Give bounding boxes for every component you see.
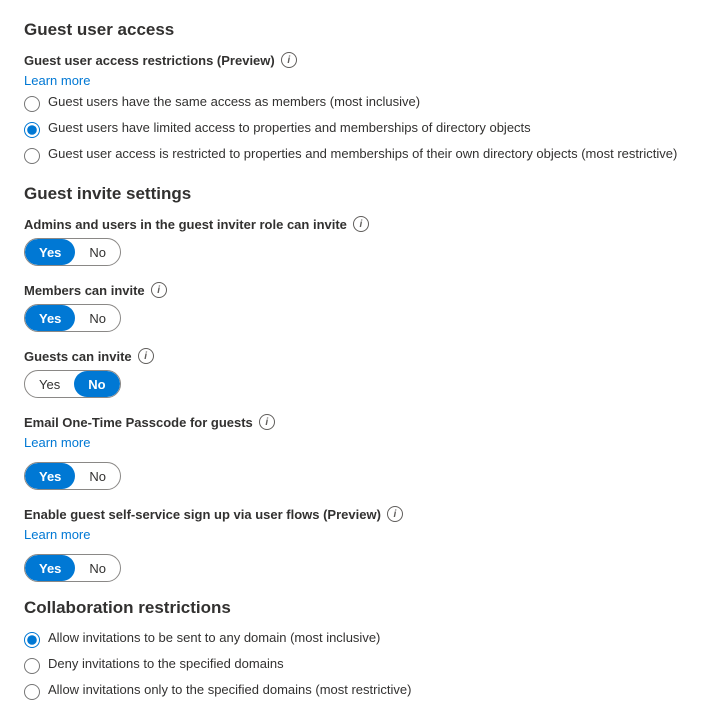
collab-allow-only-option[interactable]: Allow invitations only to the specified … xyxy=(24,682,688,700)
members-invite-toggle[interactable]: Yes No xyxy=(24,304,688,332)
self-service-learn-more[interactable]: Learn more xyxy=(24,527,90,542)
collab-allow-only-input[interactable] xyxy=(24,684,40,700)
radio-same-option[interactable]: Guest users have the same access as memb… xyxy=(24,94,688,112)
guest-access-learn-more[interactable]: Learn more xyxy=(24,73,90,88)
email-otp-toggle[interactable]: Yes No xyxy=(24,462,688,490)
guests-invite-yes[interactable]: Yes xyxy=(25,371,74,397)
members-invite-info-icon[interactable]: i xyxy=(151,282,167,298)
self-service-block: Enable guest self-service sign up via us… xyxy=(24,506,688,582)
admins-invite-no[interactable]: No xyxy=(75,239,120,265)
email-otp-label: Email One-Time Passcode for guests i xyxy=(24,414,688,430)
self-service-no[interactable]: No xyxy=(75,555,120,581)
collab-restrictions-title: Collaboration restrictions xyxy=(24,598,688,618)
guests-invite-label: Guests can invite i xyxy=(24,348,688,364)
collab-any-option[interactable]: Allow invitations to be sent to any doma… xyxy=(24,630,688,648)
guests-invite-toggle[interactable]: Yes No xyxy=(24,370,688,398)
members-invite-no[interactable]: No xyxy=(75,305,120,331)
members-invite-switch[interactable]: Yes No xyxy=(24,304,121,332)
radio-same-input[interactable] xyxy=(24,96,40,112)
restrictions-info-icon[interactable]: i xyxy=(281,52,297,68)
email-otp-block: Email One-Time Passcode for guests i Lea… xyxy=(24,414,688,490)
guest-access-radio-group: Guest users have the same access as memb… xyxy=(24,94,688,164)
admins-invite-toggle[interactable]: Yes No xyxy=(24,238,688,266)
email-otp-learn-more[interactable]: Learn more xyxy=(24,435,90,450)
collab-radio-group: Allow invitations to be sent to any doma… xyxy=(24,630,688,700)
self-service-info-icon[interactable]: i xyxy=(387,506,403,522)
email-otp-switch[interactable]: Yes No xyxy=(24,462,121,490)
restrictions-label: Guest user access restrictions (Preview)… xyxy=(24,52,688,68)
guest-access-section: Guest user access Guest user access rest… xyxy=(24,20,688,164)
admins-invite-yes[interactable]: Yes xyxy=(25,239,75,265)
collab-deny-input[interactable] xyxy=(24,658,40,674)
guests-invite-info-icon[interactable]: i xyxy=(138,348,154,364)
email-otp-no[interactable]: No xyxy=(75,463,120,489)
members-invite-label: Members can invite i xyxy=(24,282,688,298)
self-service-yes[interactable]: Yes xyxy=(25,555,75,581)
admins-invite-info-icon[interactable]: i xyxy=(353,216,369,232)
radio-limited-option[interactable]: Guest users have limited access to prope… xyxy=(24,120,688,138)
members-invite-yes[interactable]: Yes xyxy=(25,305,75,331)
self-service-toggle[interactable]: Yes No xyxy=(24,554,688,582)
guests-invite-no[interactable]: No xyxy=(74,371,119,397)
self-service-label: Enable guest self-service sign up via us… xyxy=(24,506,688,522)
self-service-switch[interactable]: Yes No xyxy=(24,554,121,582)
radio-limited-input[interactable] xyxy=(24,122,40,138)
members-invite-block: Members can invite i Yes No xyxy=(24,282,688,332)
collab-any-input[interactable] xyxy=(24,632,40,648)
admins-invite-switch[interactable]: Yes No xyxy=(24,238,121,266)
guest-access-title: Guest user access xyxy=(24,20,688,40)
email-otp-info-icon[interactable]: i xyxy=(259,414,275,430)
radio-restricted-input[interactable] xyxy=(24,148,40,164)
radio-restricted-option[interactable]: Guest user access is restricted to prope… xyxy=(24,146,688,164)
collab-deny-option[interactable]: Deny invitations to the specified domain… xyxy=(24,656,688,674)
email-otp-yes[interactable]: Yes xyxy=(25,463,75,489)
guest-invite-title: Guest invite settings xyxy=(24,184,688,204)
guests-invite-block: Guests can invite i Yes No xyxy=(24,348,688,398)
collab-restrictions-section: Collaboration restrictions Allow invitat… xyxy=(24,598,688,700)
guests-invite-switch[interactable]: Yes No xyxy=(24,370,121,398)
guest-invite-section: Guest invite settings Admins and users i… xyxy=(24,184,688,582)
admins-invite-block: Admins and users in the guest inviter ro… xyxy=(24,216,688,266)
admins-invite-label: Admins and users in the guest inviter ro… xyxy=(24,216,688,232)
